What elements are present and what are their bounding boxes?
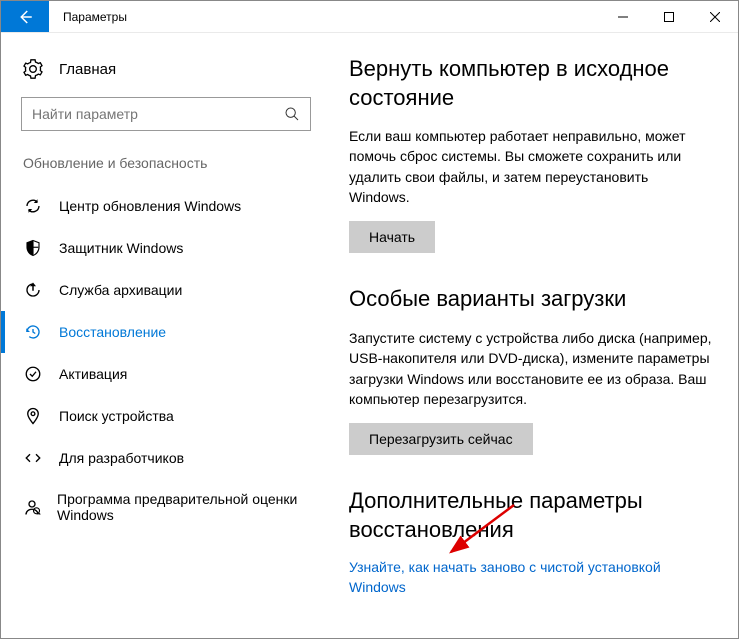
search-box[interactable]: [21, 97, 311, 131]
nav-label: Программа предварительной оценки Windows: [57, 491, 311, 523]
close-button[interactable]: [692, 1, 738, 32]
gear-icon: [23, 59, 43, 79]
search-input[interactable]: [32, 106, 284, 122]
more-recovery-heading: Дополнительные параметры восстановления: [349, 487, 712, 544]
history-icon: [23, 323, 43, 341]
advanced-heading: Особые варианты загрузки: [349, 285, 712, 314]
nav-item-find-device[interactable]: Поиск устройства: [1, 395, 331, 437]
check-circle-icon: [23, 365, 43, 383]
content: Вернуть компьютер в исходное состояние Е…: [331, 33, 738, 638]
reset-heading: Вернуть компьютер в исходное состояние: [349, 55, 712, 112]
code-icon: [23, 449, 43, 467]
nav-label: Служба архивации: [59, 282, 182, 298]
nav-item-windows-update[interactable]: Центр обновления Windows: [1, 185, 331, 227]
window-controls: [600, 1, 738, 32]
reset-button[interactable]: Начать: [349, 221, 435, 253]
back-button[interactable]: [1, 1, 49, 32]
nav-item-insider[interactable]: Программа предварительной оценки Windows: [1, 479, 331, 535]
upload-icon: [23, 281, 43, 299]
window-title: Параметры: [49, 1, 127, 32]
home-label: Главная: [59, 61, 116, 78]
maximize-button[interactable]: [646, 1, 692, 32]
advanced-body: Запустите систему с устройства либо диск…: [349, 328, 712, 409]
restart-now-button[interactable]: Перезагрузить сейчас: [349, 423, 533, 455]
reset-section: Вернуть компьютер в исходное состояние Е…: [349, 55, 712, 285]
location-icon: [23, 407, 43, 425]
nav-item-defender[interactable]: Защитник Windows: [1, 227, 331, 269]
close-icon: [710, 12, 720, 22]
more-recovery-section: Дополнительные параметры восстановления …: [349, 487, 712, 597]
titlebar: Параметры: [1, 1, 738, 33]
minimize-icon: [618, 12, 628, 22]
nav-item-activation[interactable]: Активация: [1, 353, 331, 395]
nav-item-recovery[interactable]: Восстановление: [1, 311, 331, 353]
refresh-icon: [23, 197, 43, 215]
search-icon: [284, 106, 300, 122]
sidebar-nav: Центр обновления Windows Защитник Window…: [1, 185, 331, 535]
body: Главная Обновление и безопасность Центр …: [1, 33, 738, 638]
arrow-left-icon: [16, 8, 34, 26]
nav-label: Центр обновления Windows: [59, 198, 241, 214]
nav-item-backup[interactable]: Служба архивации: [1, 269, 331, 311]
nav-item-developers[interactable]: Для разработчиков: [1, 437, 331, 479]
annotation-arrow-icon: [439, 500, 519, 560]
minimize-button[interactable]: [600, 1, 646, 32]
nav-label: Защитник Windows: [59, 240, 183, 256]
shield-icon: [23, 239, 43, 257]
sidebar-category: Обновление и безопасность: [1, 149, 331, 185]
nav-label: Активация: [59, 366, 127, 382]
insider-icon: [23, 498, 41, 516]
settings-window: Параметры Главная Обновление и безопас: [0, 0, 739, 639]
maximize-icon: [664, 12, 674, 22]
fresh-start-link[interactable]: Узнайте, как начать заново с чистой уста…: [349, 558, 712, 597]
reset-body: Если ваш компьютер работает неправильно,…: [349, 126, 712, 207]
advanced-startup-section: Особые варианты загрузки Запустите систе…: [349, 285, 712, 487]
nav-label: Восстановление: [59, 324, 166, 340]
nav-label: Для разработчиков: [59, 450, 184, 466]
nav-label: Поиск устройства: [59, 408, 174, 424]
sidebar: Главная Обновление и безопасность Центр …: [1, 33, 331, 638]
home-link[interactable]: Главная: [1, 53, 331, 97]
